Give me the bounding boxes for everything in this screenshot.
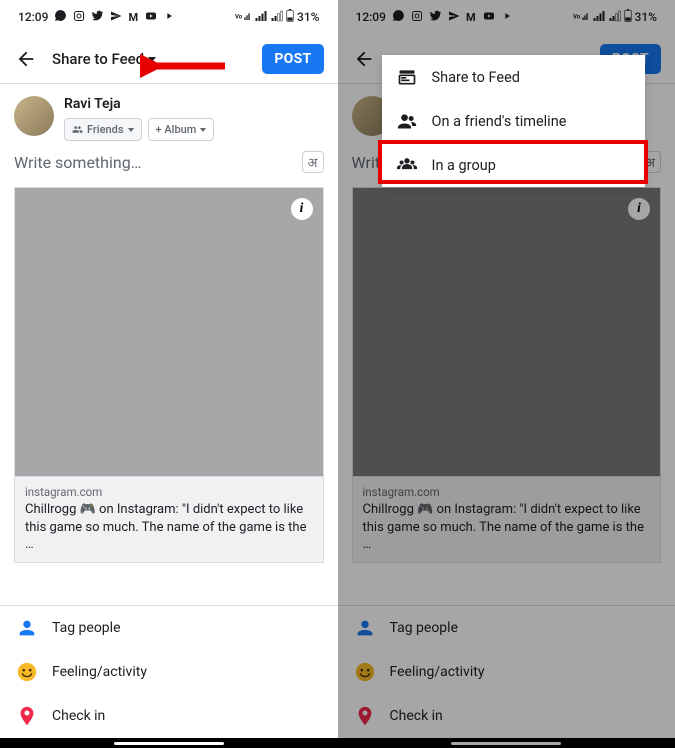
status-time: 12:09: [18, 10, 48, 24]
status-bar: 12:09 M Vo: [0, 0, 338, 34]
group-icon: [396, 155, 418, 175]
battery-icon: [286, 9, 294, 25]
compose-placeholder: Write something…: [14, 153, 141, 172]
gmail-icon: M: [128, 11, 138, 24]
phone-right: 12:09 M Vo 31% POST Share to Feed: [338, 0, 675, 748]
status-battery: 31%: [635, 10, 657, 24]
link-preview-meta[interactable]: instagram.com Chillrogg 🎮 on Instagram: …: [14, 477, 324, 563]
bottom-actions: Tag people Feeling/activity Check in: [338, 605, 675, 738]
android-nav-bar: [338, 738, 675, 748]
twitter-icon: [91, 9, 104, 25]
chevron-down-icon: [128, 128, 134, 132]
chevron-down-icon: [148, 57, 156, 62]
smiley-icon: [16, 661, 38, 683]
compose-row[interactable]: Write something… अ: [0, 151, 338, 179]
app-header: Share to Feed POST: [0, 34, 338, 84]
status-battery: 31%: [297, 10, 319, 24]
user-row: Ravi Teja Friends + Album: [0, 84, 338, 151]
whatsapp-icon: [54, 9, 67, 25]
preview-domain: instagram.com: [25, 485, 313, 499]
share-destination-menu: Share to Feed On a friend's timeline In …: [382, 55, 646, 187]
back-button[interactable]: [14, 47, 38, 71]
signal2-icon: [270, 10, 283, 25]
info-icon[interactable]: i: [291, 198, 313, 220]
youtube-icon: [482, 10, 496, 25]
signal-icon: [254, 10, 267, 25]
album-chip[interactable]: + Album: [148, 118, 215, 141]
bottom-actions: Tag people Feeling/activity Check in: [0, 605, 338, 738]
person-icon: [354, 617, 376, 639]
location-icon: [16, 705, 38, 727]
chevron-down-icon: [200, 128, 206, 132]
user-name: Ravi Teja: [64, 96, 214, 112]
play-icon: [502, 10, 512, 24]
volte-icon: Vo: [235, 10, 251, 25]
send-icon: [448, 10, 460, 25]
share-label: Share to Feed: [52, 50, 144, 68]
preview-title: Chillrogg 🎮 on Instagram: "I didn't expe…: [25, 501, 313, 554]
youtube-icon: [144, 10, 158, 25]
send-icon: [110, 10, 122, 25]
friend-icon: [396, 111, 418, 131]
whatsapp-icon: [392, 9, 405, 25]
menu-share-to-feed[interactable]: Share to Feed: [382, 55, 646, 99]
action-feeling[interactable]: Feeling/activity: [0, 650, 338, 694]
phone-left: 12:09 M Vo: [0, 0, 338, 748]
menu-in-a-group[interactable]: In a group: [382, 143, 646, 187]
audience-chip[interactable]: Friends: [64, 118, 142, 141]
status-time: 12:09: [356, 10, 386, 24]
instagram-icon: [73, 10, 85, 25]
action-checkin[interactable]: Check in: [338, 694, 675, 738]
volte-icon: Vo: [573, 10, 589, 25]
back-button[interactable]: [352, 47, 376, 71]
share-destination-dropdown[interactable]: Share to Feed: [52, 50, 156, 68]
instagram-icon: [411, 10, 423, 25]
play-icon: [164, 10, 174, 24]
location-icon: [354, 705, 376, 727]
action-feeling[interactable]: Feeling/activity: [338, 650, 675, 694]
smiley-icon: [354, 661, 376, 683]
twitter-icon: [429, 9, 442, 25]
gmail-icon: M: [466, 11, 476, 24]
svg-text:Vo: Vo: [235, 13, 243, 20]
action-tag-people[interactable]: Tag people: [0, 606, 338, 650]
link-preview-image[interactable]: i: [352, 187, 662, 477]
status-bar: 12:09 M Vo 31%: [338, 0, 675, 34]
android-nav-bar: [0, 738, 338, 748]
avatar[interactable]: [14, 96, 54, 136]
person-icon: [16, 617, 38, 639]
signal2-icon: [608, 10, 621, 25]
signal-icon: [592, 10, 605, 25]
svg-text:Vo: Vo: [573, 13, 581, 20]
action-tag-people[interactable]: Tag people: [338, 606, 675, 650]
link-preview-image[interactable]: i: [14, 187, 324, 477]
info-icon[interactable]: i: [628, 198, 650, 220]
feed-icon: [396, 67, 418, 87]
language-toggle[interactable]: अ: [302, 151, 324, 173]
menu-friends-timeline[interactable]: On a friend's timeline: [382, 99, 646, 143]
post-button[interactable]: POST: [262, 44, 323, 74]
battery-icon: [624, 9, 632, 25]
link-preview-meta[interactable]: instagram.com Chillrogg 🎮 on Instagram: …: [352, 477, 662, 563]
action-checkin[interactable]: Check in: [0, 694, 338, 738]
